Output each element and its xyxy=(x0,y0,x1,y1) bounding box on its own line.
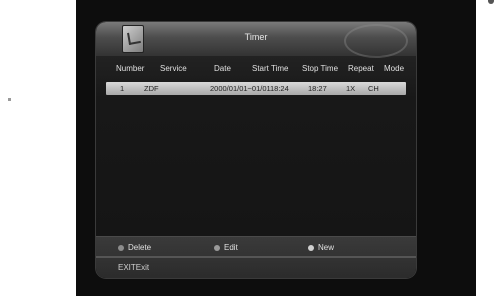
cell-start: 18:24 xyxy=(270,84,289,93)
exit-button[interactable]: EXITExit xyxy=(118,263,149,272)
new-button[interactable]: New xyxy=(308,243,334,253)
cell-repeat: 1X xyxy=(346,84,356,93)
timer-window: Timer Number Service Date Start Time Sto… xyxy=(96,22,416,278)
cell-stop: 18:27 xyxy=(308,84,327,93)
edit-button[interactable]: Edit xyxy=(214,243,238,253)
new-label: New xyxy=(318,243,335,252)
yellow-key-icon xyxy=(308,244,314,251)
timer-row[interactable]: 1 ZDF 2000/01/01~01/01 18:24 18:27 1X CH xyxy=(106,82,406,95)
cell-mode: CH xyxy=(368,84,379,93)
decorative-swirl-icon xyxy=(344,24,408,58)
exit-label: Exit xyxy=(135,263,150,272)
exit-key-label: EXIT xyxy=(118,263,136,272)
col-date: Date xyxy=(214,64,231,73)
delete-label: Delete xyxy=(128,243,152,252)
cell-date: 2000/01/01~01/01 xyxy=(210,84,271,93)
col-repeat: Repeat xyxy=(348,64,374,73)
column-headers: Number Service Date Start Time Stop Time… xyxy=(96,64,416,76)
col-number: Number xyxy=(116,64,145,73)
delete-button[interactable]: Delete xyxy=(118,243,151,253)
top-mark xyxy=(488,0,494,4)
col-start-time: Start Time xyxy=(252,64,289,73)
cell-service: ZDF xyxy=(144,84,159,93)
footer-bar: Delete Edit New EXITExit xyxy=(96,236,416,278)
title-bar: Timer xyxy=(96,22,416,58)
side-mark xyxy=(8,98,11,101)
col-service: Service xyxy=(160,64,187,73)
footer-divider xyxy=(96,256,416,258)
col-mode: Mode xyxy=(384,64,405,73)
green-key-icon xyxy=(214,244,220,251)
red-key-icon xyxy=(118,244,124,251)
col-stop-time: Stop Time xyxy=(302,64,339,73)
cell-number: 1 xyxy=(120,84,125,93)
edit-label: Edit xyxy=(224,243,238,252)
